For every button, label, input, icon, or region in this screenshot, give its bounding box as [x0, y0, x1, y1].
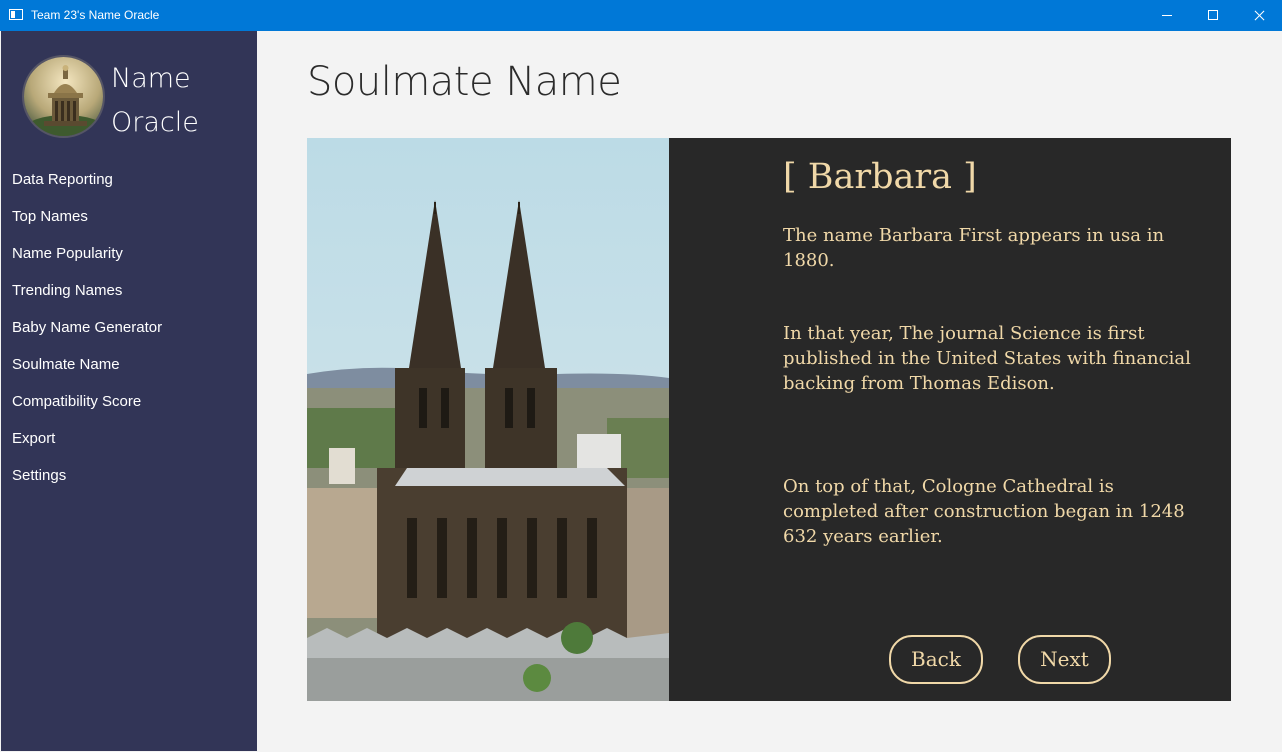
maximize-icon[interactable]: [1190, 0, 1236, 31]
page-title: Soulmate Name: [307, 59, 622, 105]
minimize-icon[interactable]: [1144, 0, 1190, 31]
sidebar-item-top-names[interactable]: Top Names: [1, 198, 257, 235]
name-origin-text: The name Barbara First appears in usa in…: [783, 225, 1165, 271]
additional-fact-text: On top of that, Cologne Cathedral is com…: [783, 476, 1185, 547]
brand-line-2: Oracle: [111, 107, 199, 138]
next-button[interactable]: Next: [1018, 635, 1111, 684]
cathedral-photo: [307, 138, 669, 701]
sidebar-item-compatibility-score[interactable]: Compatibility Score: [1, 383, 257, 420]
back-button[interactable]: Back: [889, 635, 983, 684]
sidebar-nav: Data Reporting Top Names Name Popularity…: [1, 161, 257, 494]
close-icon[interactable]: [1236, 0, 1282, 31]
app-brand: Name Oracle: [111, 57, 199, 145]
result-panel: [ Barbara ] The name Barbara First appea…: [669, 138, 1231, 701]
app-window-icon: [9, 9, 23, 20]
sidebar-item-settings[interactable]: Settings: [1, 457, 257, 494]
brand-line-1: Name: [111, 63, 191, 94]
window-title: Team 23's Name Oracle: [31, 8, 160, 22]
soulmate-name: [ Barbara ]: [783, 157, 977, 197]
sidebar-item-baby-name-generator[interactable]: Baby Name Generator: [1, 309, 257, 346]
sidebar-item-data-reporting[interactable]: Data Reporting: [1, 161, 257, 198]
sidebar-item-soulmate-name[interactable]: Soulmate Name: [1, 346, 257, 383]
sidebar: Name Oracle Data Reporting Top Names Nam…: [1, 31, 257, 751]
sidebar-item-trending-names[interactable]: Trending Names: [1, 272, 257, 309]
oracle-logo-icon: [22, 55, 105, 138]
sidebar-item-export[interactable]: Export: [1, 420, 257, 457]
sidebar-item-name-popularity[interactable]: Name Popularity: [1, 235, 257, 272]
window-titlebar: Team 23's Name Oracle: [0, 0, 1282, 31]
historical-fact-text: In that year, The journal Science is fir…: [783, 323, 1191, 394]
